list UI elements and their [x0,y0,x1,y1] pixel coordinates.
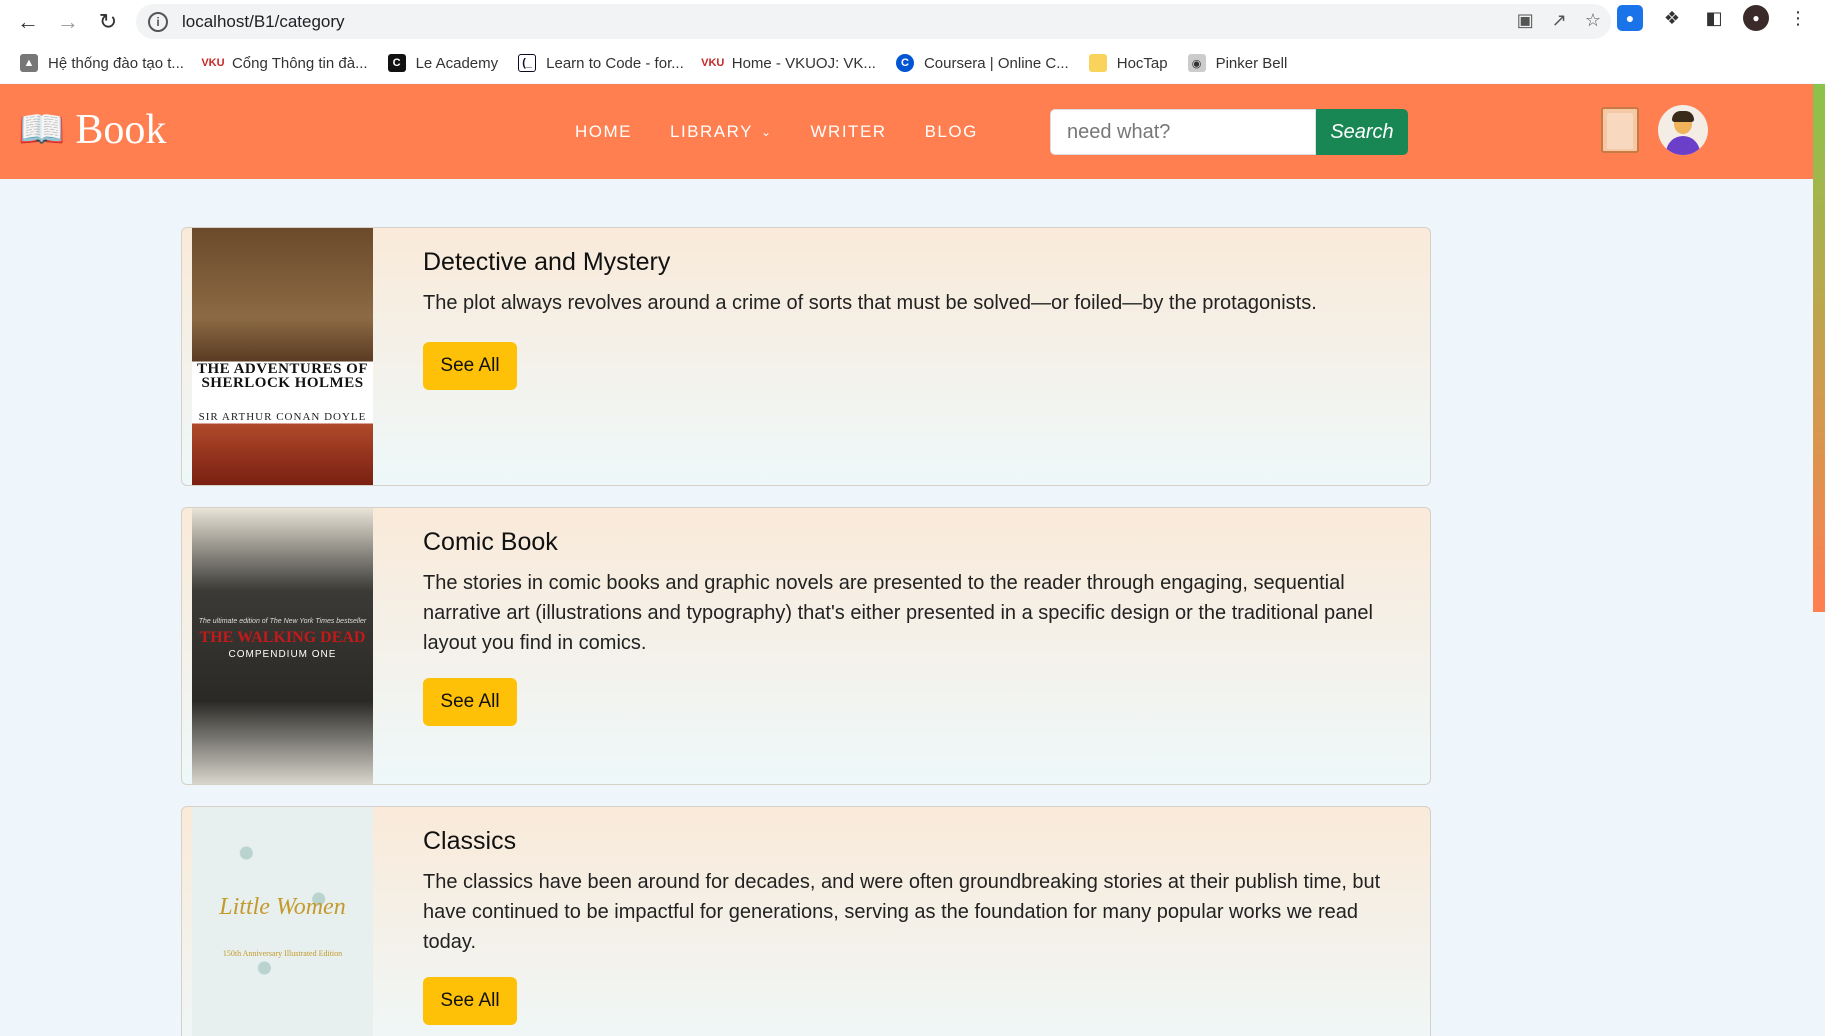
vku-icon: VKU [701,57,725,69]
nav-blog[interactable]: BLOG [925,122,978,142]
bookmarks-bar: ▲ Hệ thống đào tạo t... VKU Cổng Thông tin… [0,43,1825,83]
see-all-button[interactable]: See All [423,342,517,390]
cover-tagline: The ultimate edition of The New York Tim… [198,618,367,625]
reload-icon[interactable]: ↻ [88,2,128,42]
book-shelf-icon[interactable] [1601,107,1639,153]
coursera-icon: C [895,54,914,72]
folder-icon [1088,54,1107,72]
book-cover-image[interactable]: THE ADVENTURES OF SHERLOCK HOLMES SIR AR… [192,228,373,485]
open-book-icon: 📖 [18,109,66,151]
bell-icon: ◉ [1187,54,1206,72]
category-card: Little Women 150th Anniversary Illustrat… [181,806,1431,1036]
chevron-down-icon: ⌄ [760,125,773,139]
freecodecamp-icon: (_ [518,54,537,72]
scrollbar[interactable] [1813,84,1825,612]
bookmark-item[interactable]: C Coursera | Online C... [895,54,1069,72]
category-title: Detective and Mystery [423,248,671,276]
cover-title: THE ADVENTURES OF SHERLOCK HOLMES [196,361,369,391]
address-bar[interactable]: i localhost/B1/category ▣ ↗ ☆ [136,4,1611,39]
url-text: localhost/B1/category [182,11,345,31]
cover-subtitle: COMPENDIUM ONE [228,649,337,660]
search-input[interactable] [1050,109,1316,155]
browser-toolbar: ← → ↻ i localhost/B1/category ▣ ↗ ☆ ● ❖ … [0,0,1825,43]
profile-avatar-icon[interactable]: ● [1743,5,1769,31]
see-all-button[interactable]: See All [423,678,517,726]
extensions-puzzle-icon[interactable]: ❖ [1659,5,1685,31]
category-description: The classics have been around for decade… [423,871,1381,953]
category-title: Comic Book [423,528,558,556]
site-header: 📖 Book HOME LIBRARY ⌄ WRITER BLOG Search [0,84,1813,179]
bookmark-item[interactable]: ▲ Hệ thống đào tạo t... [20,54,184,72]
bookmark-item[interactable]: C Le Academy [387,54,498,72]
cover-author: SIR ARTHUR CONAN DOYLE [198,411,367,423]
search-form: Search [1050,109,1408,155]
logo-text: Book [75,107,167,153]
site-logo[interactable]: 📖 Book [18,106,166,154]
translate-icon[interactable]: ▣ [1517,10,1534,31]
nav-library-label: LIBRARY [670,122,753,141]
c-icon: C [387,54,406,72]
category-description: The plot always revolves around a crime … [423,292,1317,314]
book-cover-image[interactable]: Little Women 150th Anniversary Illustrat… [192,807,373,1036]
bookmark-star-icon[interactable]: ☆ [1585,10,1601,31]
back-icon[interactable]: ← [8,2,48,42]
cover-subtitle: 150th Anniversary Illustrated Edition [222,949,343,958]
extension-drop-icon[interactable]: ● [1617,5,1643,31]
forward-icon[interactable]: → [48,2,88,42]
category-card: The ultimate edition of The New York Tim… [181,507,1431,785]
bookmark-item[interactable]: VKU Home - VKUOJ: VK... [701,54,876,72]
vku-icon: VKU [201,57,225,69]
main-nav: HOME LIBRARY ⌄ WRITER BLOG [575,122,978,142]
menu-dots-icon[interactable]: ⋮ [1785,5,1811,31]
search-button[interactable]: Search [1316,109,1408,155]
nav-home[interactable]: HOME [575,122,632,142]
cover-title: Little Women [219,894,346,920]
nav-writer[interactable]: WRITER [811,122,887,142]
bookmark-item[interactable]: ◉ Pinker Bell [1187,54,1287,72]
cover-title: THE WALKING DEAD [199,629,366,646]
category-card: THE ADVENTURES OF SHERLOCK HOLMES SIR AR… [181,227,1431,486]
side-panel-icon[interactable]: ◧ [1701,5,1727,31]
user-avatar[interactable] [1658,105,1708,155]
share-icon[interactable]: ↗ [1552,10,1567,31]
bookmark-item[interactable]: VKU Cổng Thông tin đà... [201,54,367,72]
school-icon: ▲ [20,54,38,72]
bookmark-item[interactable]: HocTap [1088,54,1168,72]
nav-library[interactable]: LIBRARY ⌄ [670,122,773,142]
bookmark-item[interactable]: (_ Learn to Code - for... [518,54,684,72]
site-info-icon[interactable]: i [148,11,168,32]
see-all-button[interactable]: See All [423,977,517,1025]
category-title: Classics [423,827,517,855]
book-cover-image[interactable]: The ultimate edition of The New York Tim… [192,508,373,784]
category-description: The stories in comic books and graphic n… [423,572,1373,654]
